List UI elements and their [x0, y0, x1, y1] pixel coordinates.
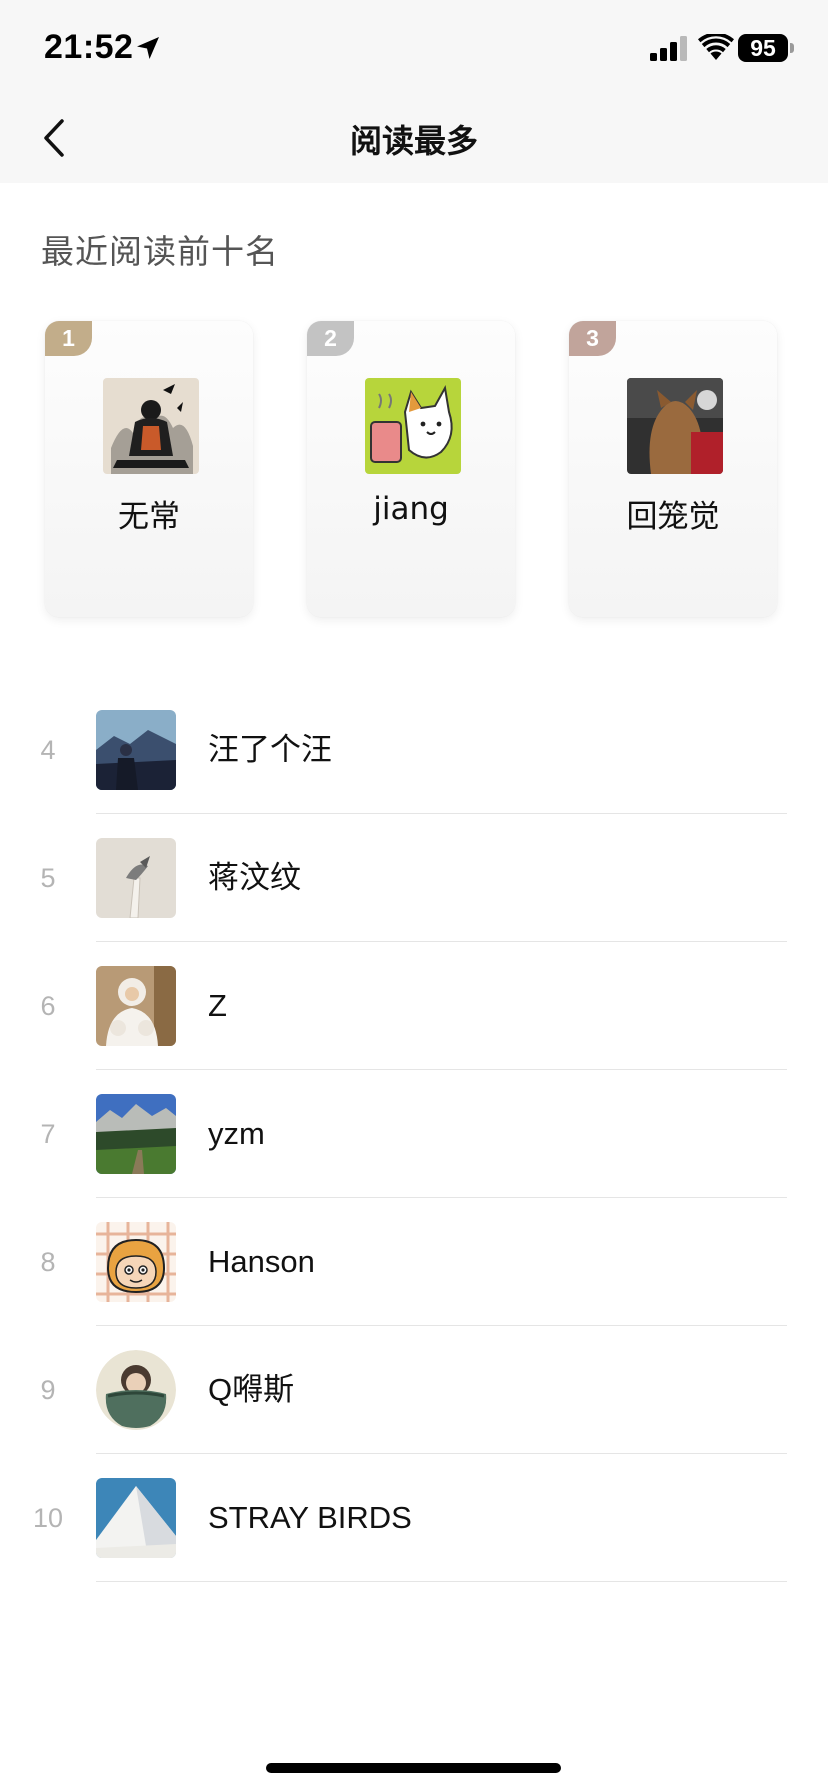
list-item[interactable]: 6 Z [0, 942, 828, 1070]
podium-name-1: 无常 [118, 499, 180, 535]
list-name: Z [208, 988, 227, 1023]
status-bar: 21:52 95 [0, 0, 828, 100]
podium-name-2: jiang [373, 491, 449, 527]
list-name: 汪了个汪 [208, 732, 332, 767]
list-rank: 8 [40, 1247, 56, 1277]
list-item[interactable]: 9 Q嘚斯 [0, 1326, 828, 1454]
page-title: 阅读最多 [349, 122, 478, 160]
list-name: 蒋汶纹 [208, 860, 301, 895]
list-rank: 5 [40, 863, 56, 893]
status-time: 21:52 [44, 28, 134, 66]
avatar [96, 710, 176, 790]
avatar [96, 838, 176, 918]
list-name: yzm [208, 1116, 265, 1151]
list-rank: 4 [40, 735, 56, 765]
avatar [96, 1094, 176, 1174]
avatar [96, 1222, 176, 1302]
battery-nub [790, 43, 794, 53]
avatar [96, 966, 176, 1046]
avatar [96, 1350, 176, 1430]
location-arrow-icon [134, 34, 162, 62]
list-name: Q嘚斯 [208, 1372, 295, 1407]
back-button[interactable] [30, 114, 78, 166]
cellular-signal-icon [650, 36, 688, 62]
list-item[interactable]: 10 STRAY BIRDS [0, 1454, 828, 1582]
wifi-icon [698, 32, 734, 62]
podium-name-3: 回笼觉 [626, 499, 720, 535]
list-rank: 10 [32, 1503, 64, 1533]
avatar [103, 378, 199, 474]
chevron-left-icon [42, 118, 66, 162]
top-area: 21:52 95 阅读最多 [0, 0, 828, 183]
section-title: 最近阅读前十名 [41, 232, 279, 271]
avatar [627, 378, 723, 474]
rank-badge-1: 1 [45, 321, 92, 356]
nav-bar: 阅读最多 [0, 100, 828, 183]
avatar [365, 378, 461, 474]
list-rank: 7 [40, 1119, 56, 1149]
list-name: Hanson [208, 1244, 315, 1279]
rank-badge-2: 2 [307, 321, 354, 356]
podium-card-2[interactable]: 2 jiang [307, 321, 515, 617]
divider [96, 1581, 787, 1582]
list-name: STRAY BIRDS [208, 1500, 412, 1535]
list-rank: 6 [40, 991, 56, 1021]
podium-card-1[interactable]: 1 无常 [45, 321, 253, 617]
podium-card-3[interactable]: 3 回笼觉 [569, 321, 777, 617]
home-indicator [266, 1763, 561, 1773]
list-item[interactable]: 7 yzm [0, 1070, 828, 1198]
rank-badge-3: 3 [569, 321, 616, 356]
list-item[interactable]: 4 汪了个汪 [0, 686, 828, 814]
list-item[interactable]: 5 蒋汶纹 [0, 814, 828, 942]
battery-icon: 95 [738, 34, 788, 62]
avatar [96, 1478, 176, 1558]
list-rank: 9 [40, 1375, 56, 1405]
list-item[interactable]: 8 Hanson [0, 1198, 828, 1326]
